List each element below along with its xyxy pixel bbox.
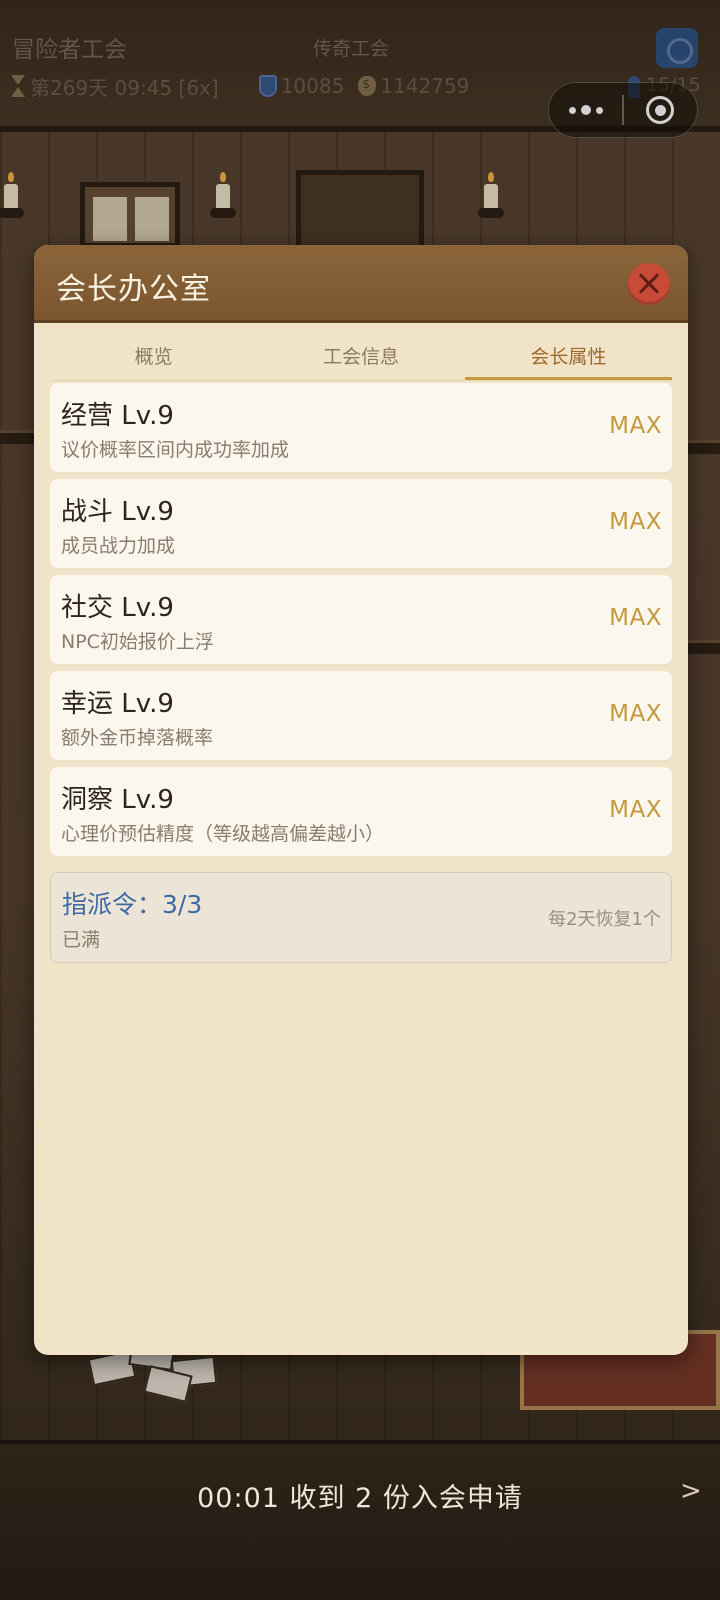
dispatch-order-recovery: 每2天恢复1个 [548, 909, 661, 930]
dispatch-order-count: 指派令：3/3 [62, 890, 203, 919]
max-level-badge: MAX [609, 509, 662, 535]
dispatch-order-status: 已满 [62, 929, 101, 951]
max-level-badge: MAX [609, 797, 662, 823]
attribute-description: 心理价预估精度（等级越高偏差越小） [61, 823, 385, 845]
close-icon [628, 263, 670, 305]
max-level-badge: MAX [609, 605, 662, 631]
tab-bar: 概览 工会信息 会长属性 [50, 335, 672, 381]
attribute-description: 议价概率区间内成功率加成 [61, 439, 290, 461]
close-button[interactable] [628, 263, 670, 305]
attribute-card-insight: 洞察 Lv.9 心理价预估精度（等级越高偏差越小） MAX [50, 767, 672, 856]
modal-header: 会长办公室 [34, 245, 688, 323]
tab-overview[interactable]: 概览 [50, 335, 257, 380]
notice-text: 00:01 收到 2 份入会申请 [197, 1483, 523, 1514]
modal-title: 会长办公室 [56, 272, 211, 307]
attribute-name: 经营 Lv.9 [61, 401, 174, 431]
president-office-modal: 会长办公室 概览 工会信息 会长属性 经营 Lv.9 议价概率区间内成功率加成 … [34, 245, 688, 1355]
attribute-card-luck: 幸运 Lv.9 额外金币掉落概率 MAX [50, 671, 672, 760]
attribute-card-business: 经营 Lv.9 议价概率区间内成功率加成 MAX [50, 383, 672, 472]
max-level-badge: MAX [609, 413, 662, 439]
attribute-list: 经营 Lv.9 议价概率区间内成功率加成 MAX 战斗 Lv.9 成员战力加成 … [50, 383, 672, 863]
chevron-right-icon: > [680, 1476, 702, 1506]
application-notice[interactable]: 00:01 收到 2 份入会申请 > [0, 1460, 720, 1530]
tab-guild-info[interactable]: 工会信息 [257, 335, 464, 380]
dispatch-order-card: 指派令：3/3 已满 每2天恢复1个 [50, 872, 672, 963]
attribute-name: 战斗 Lv.9 [61, 497, 174, 527]
tab-president-attributes[interactable]: 会长属性 [464, 335, 672, 380]
max-level-badge: MAX [609, 701, 662, 727]
attribute-description: 额外金币掉落概率 [61, 727, 214, 749]
attribute-name: 社交 Lv.9 [61, 593, 174, 623]
attribute-description: 成员战力加成 [61, 535, 176, 557]
attribute-description: NPC初始报价上浮 [61, 631, 214, 653]
attribute-name: 幸运 Lv.9 [61, 689, 174, 719]
attribute-card-social: 社交 Lv.9 NPC初始报价上浮 MAX [50, 575, 672, 664]
attribute-card-combat: 战斗 Lv.9 成员战力加成 MAX [50, 479, 672, 568]
attribute-name: 洞察 Lv.9 [61, 785, 174, 815]
